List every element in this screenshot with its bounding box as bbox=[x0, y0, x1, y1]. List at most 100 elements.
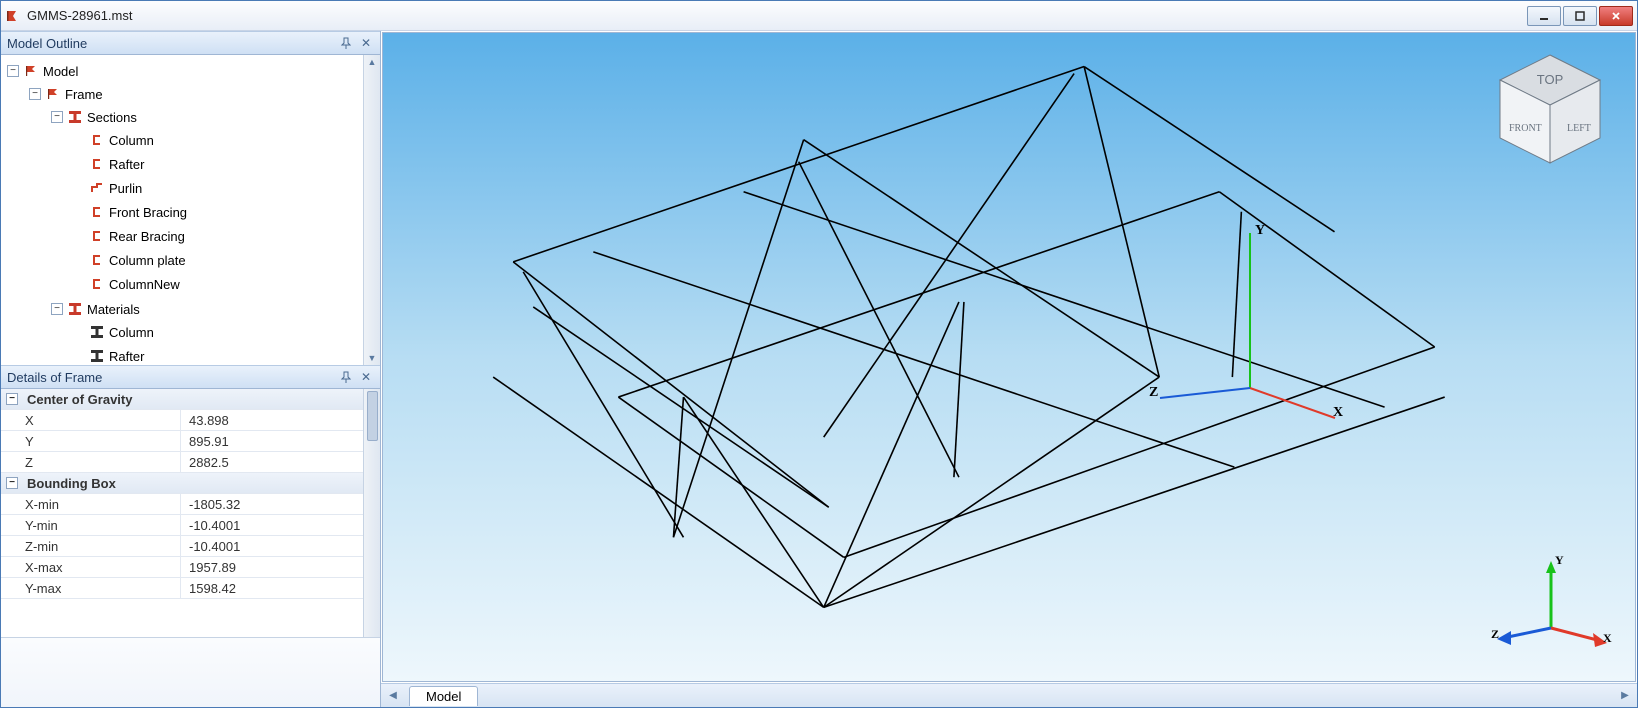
collapse-icon[interactable]: − bbox=[51, 111, 63, 123]
details-value: 1598.42 bbox=[181, 581, 363, 596]
tree-label: Rafter bbox=[109, 349, 144, 364]
tree-node-section[interactable]: Column plate bbox=[1, 249, 363, 271]
tree-label: Model bbox=[43, 64, 78, 79]
i-beam-icon bbox=[89, 324, 105, 340]
details-value: 1957.89 bbox=[181, 560, 363, 575]
details-row[interactable]: X-max1957.89 bbox=[1, 557, 363, 578]
app-window: GMMS-28961.mst Model Outline ✕ bbox=[0, 0, 1638, 708]
viewcube-left-label: LEFT bbox=[1567, 123, 1591, 134]
viewcube-top-label: TOP bbox=[1537, 72, 1564, 87]
tab-scroll-right-icon[interactable]: ▶ bbox=[1617, 688, 1633, 704]
details-key: X-min bbox=[1, 494, 181, 514]
tab-label: Model bbox=[426, 689, 461, 704]
tree-label: Rear Bracing bbox=[109, 229, 185, 244]
details-row[interactable]: X-min-1805.32 bbox=[1, 494, 363, 515]
details-value: -10.4001 bbox=[181, 539, 363, 554]
viewport-tabbar: ◀ Model ▶ bbox=[381, 683, 1637, 707]
c-channel-icon bbox=[89, 204, 105, 220]
maximize-button[interactable] bbox=[1563, 6, 1597, 26]
tree-node-frame[interactable]: − Frame bbox=[1, 83, 363, 105]
details-description-area bbox=[1, 637, 380, 707]
app-icon bbox=[5, 8, 21, 24]
collapse-icon[interactable]: − bbox=[29, 88, 41, 100]
details-key: X-max bbox=[1, 557, 181, 577]
minimize-button[interactable] bbox=[1527, 6, 1561, 26]
pin-icon[interactable] bbox=[338, 369, 354, 385]
tab-model[interactable]: Model bbox=[409, 686, 478, 706]
tree-label: Column plate bbox=[109, 253, 186, 268]
details-panel-header[interactable]: Details of Frame ✕ bbox=[1, 365, 380, 389]
collapse-icon[interactable]: − bbox=[6, 393, 18, 405]
triad-z-label: Z bbox=[1491, 627, 1499, 642]
scroll-down-icon[interactable]: ▼ bbox=[368, 353, 377, 363]
details-key: X bbox=[1, 410, 181, 430]
tree-label: Column bbox=[109, 325, 154, 340]
details-row[interactable]: Y-min-10.4001 bbox=[1, 515, 363, 536]
c-channel-icon bbox=[89, 252, 105, 268]
details-row[interactable]: Y-max1598.42 bbox=[1, 578, 363, 599]
tree-label: Column bbox=[109, 133, 154, 148]
i-beam-icon bbox=[89, 348, 105, 364]
model-tree[interactable]: − Model − Frame bbox=[1, 55, 363, 365]
details-category[interactable]: −Center of Gravity bbox=[1, 389, 363, 410]
window-title: GMMS-28961.mst bbox=[27, 8, 1527, 23]
titlebar[interactable]: GMMS-28961.mst bbox=[1, 1, 1637, 31]
tree-label: Frame bbox=[65, 87, 103, 102]
tree-node-material[interactable]: Rafter bbox=[1, 345, 363, 365]
i-beam-icon bbox=[67, 109, 83, 125]
collapse-icon[interactable]: − bbox=[7, 65, 19, 77]
axis-triad: Y X Z bbox=[1491, 553, 1611, 653]
tree-node-materials[interactable]: − Materials bbox=[1, 298, 363, 320]
details-row[interactable]: Z2882.5 bbox=[1, 452, 363, 473]
i-beam-icon bbox=[67, 301, 83, 317]
details-row[interactable]: Y895.91 bbox=[1, 431, 363, 452]
tree-scrollbar[interactable]: ▲ ▼ bbox=[363, 55, 380, 365]
tree-node-section[interactable]: Front Bracing bbox=[1, 201, 363, 223]
c-channel-icon bbox=[89, 132, 105, 148]
details-key: Y-max bbox=[1, 578, 181, 598]
details-grid[interactable]: −Center of GravityX43.898Y895.91Z2882.5−… bbox=[1, 389, 363, 637]
details-key: Y-min bbox=[1, 515, 181, 535]
collapse-icon[interactable]: − bbox=[6, 477, 18, 489]
tree-node-material[interactable]: Column bbox=[1, 321, 363, 343]
details-key: Z-min bbox=[1, 536, 181, 556]
flag-icon bbox=[23, 63, 39, 79]
details-category[interactable]: −Bounding Box bbox=[1, 473, 363, 494]
c-channel-icon bbox=[89, 228, 105, 244]
details-value: 43.898 bbox=[181, 413, 363, 428]
tree-node-section[interactable]: Rear Bracing bbox=[1, 225, 363, 247]
tree-node-section[interactable]: ColumnNew bbox=[1, 273, 363, 295]
details-key: Z bbox=[1, 452, 181, 472]
close-button[interactable] bbox=[1599, 6, 1633, 26]
details-row[interactable]: X43.898 bbox=[1, 410, 363, 431]
tree-node-sections[interactable]: − Sections bbox=[1, 106, 363, 128]
details-value: 895.91 bbox=[181, 434, 363, 449]
viewport-canvas[interactable]: Y X Z TOP FRONT LEFT bbox=[382, 32, 1636, 682]
window-buttons bbox=[1527, 6, 1633, 26]
viewcube-front-label: FRONT bbox=[1509, 123, 1542, 134]
details-panel-title: Details of Frame bbox=[7, 370, 334, 385]
details-row[interactable]: Z-min-10.4001 bbox=[1, 536, 363, 557]
collapse-icon[interactable]: − bbox=[51, 303, 63, 315]
tree-node-model[interactable]: − Model bbox=[1, 60, 363, 82]
outline-panel-title: Model Outline bbox=[7, 36, 334, 51]
tree-node-section[interactable]: Column bbox=[1, 129, 363, 151]
viewcube[interactable]: TOP FRONT LEFT bbox=[1485, 45, 1615, 175]
tree-label: Purlin bbox=[109, 181, 142, 196]
close-panel-icon[interactable]: ✕ bbox=[358, 35, 374, 51]
outline-panel-header[interactable]: Model Outline ✕ bbox=[1, 31, 380, 55]
tree-label: Materials bbox=[87, 302, 140, 317]
flag-icon bbox=[45, 86, 61, 102]
scroll-up-icon[interactable]: ▲ bbox=[368, 57, 377, 67]
tree-node-section[interactable]: Rafter bbox=[1, 153, 363, 175]
scrollbar-thumb[interactable] bbox=[367, 391, 378, 441]
tree-label: Sections bbox=[87, 110, 137, 125]
tab-scroll-left-icon[interactable]: ◀ bbox=[385, 688, 401, 704]
category-label: Center of Gravity bbox=[23, 389, 132, 409]
tree-label: ColumnNew bbox=[109, 277, 180, 292]
details-key: Y bbox=[1, 431, 181, 451]
close-panel-icon[interactable]: ✕ bbox=[358, 369, 374, 385]
pin-icon[interactable] bbox=[338, 35, 354, 51]
details-scrollbar[interactable] bbox=[363, 389, 380, 637]
tree-node-section[interactable]: Purlin bbox=[1, 177, 363, 199]
